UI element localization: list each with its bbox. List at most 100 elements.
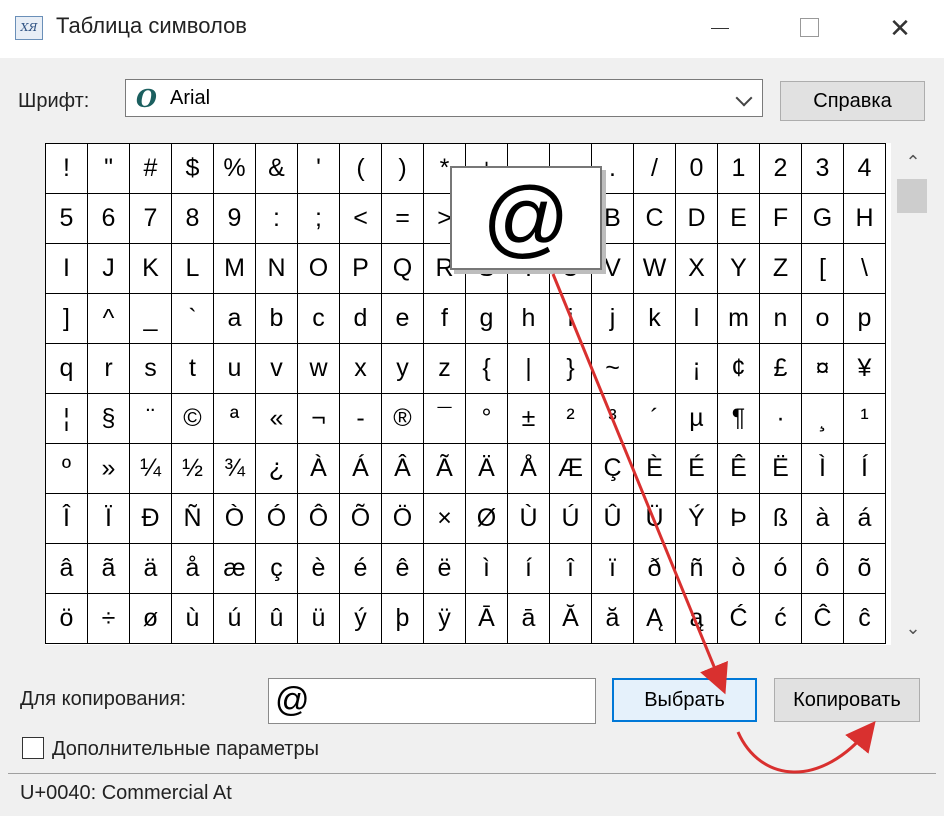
char-cell[interactable]: p — [844, 294, 886, 344]
char-cell[interactable]: O — [298, 244, 340, 294]
char-cell[interactable]: ) — [382, 144, 424, 194]
char-cell[interactable]: Î — [46, 494, 88, 544]
char-cell[interactable]: < — [340, 194, 382, 244]
char-cell[interactable]: ý — [340, 594, 382, 644]
char-cell[interactable]: ì — [466, 544, 508, 594]
char-cell[interactable]: k — [634, 294, 676, 344]
char-cell[interactable]: _ — [130, 294, 172, 344]
font-dropdown[interactable]: O Arial — [125, 79, 763, 117]
char-cell[interactable]: c — [298, 294, 340, 344]
char-cell[interactable]: Ô — [298, 494, 340, 544]
char-cell[interactable]: þ — [382, 594, 424, 644]
char-cell[interactable]: 7 — [130, 194, 172, 244]
char-cell[interactable]: Ü — [634, 494, 676, 544]
char-cell[interactable]: [ — [802, 244, 844, 294]
char-cell[interactable]: # — [130, 144, 172, 194]
char-cell[interactable]: £ — [760, 344, 802, 394]
char-cell[interactable]: Ą — [634, 594, 676, 644]
char-cell[interactable]: v — [256, 344, 298, 394]
char-cell[interactable]: ~ — [592, 344, 634, 394]
scroll-up-icon[interactable]: ⌃ — [895, 147, 931, 177]
char-cell[interactable]: a — [214, 294, 256, 344]
char-cell[interactable]: È — [634, 444, 676, 494]
char-cell[interactable]: ¼ — [130, 444, 172, 494]
char-cell[interactable]: © — [172, 394, 214, 444]
char-cell[interactable]: ÿ — [424, 594, 466, 644]
char-cell[interactable]: õ — [844, 544, 886, 594]
char-cell[interactable]: Ð — [130, 494, 172, 544]
char-cell[interactable]: $ — [172, 144, 214, 194]
char-cell[interactable]: æ — [214, 544, 256, 594]
char-cell[interactable]: Ç — [592, 444, 634, 494]
advanced-options-checkbox[interactable] — [22, 737, 44, 759]
char-cell[interactable]: ' — [298, 144, 340, 194]
char-cell[interactable]: Ø — [466, 494, 508, 544]
maximize-button[interactable] — [780, 10, 840, 46]
char-cell[interactable]: P — [340, 244, 382, 294]
char-cell[interactable]: ³ — [592, 394, 634, 444]
char-cell[interactable]: Ê — [718, 444, 760, 494]
char-cell[interactable]: f — [424, 294, 466, 344]
char-cell[interactable]: É — [676, 444, 718, 494]
char-cell[interactable]: × — [424, 494, 466, 544]
char-cell[interactable]: / — [634, 144, 676, 194]
char-cell[interactable]: w — [298, 344, 340, 394]
char-cell[interactable]: n — [760, 294, 802, 344]
char-cell[interactable]: à — [802, 494, 844, 544]
char-cell[interactable]: 1 — [718, 144, 760, 194]
char-cell[interactable]: Û — [592, 494, 634, 544]
char-cell[interactable]: ö — [46, 594, 88, 644]
char-cell[interactable]: Ñ — [172, 494, 214, 544]
char-cell[interactable]: ă — [592, 594, 634, 644]
char-cell[interactable]: 9 — [214, 194, 256, 244]
char-cell[interactable]: ÷ — [88, 594, 130, 644]
char-cell[interactable]: ¨ — [130, 394, 172, 444]
char-cell[interactable]: ¥ — [844, 344, 886, 394]
char-cell[interactable]: ¹ — [844, 394, 886, 444]
char-cell[interactable]: Ć — [718, 594, 760, 644]
char-cell[interactable]: h — [508, 294, 550, 344]
char-cell[interactable]: Ā — [466, 594, 508, 644]
char-cell[interactable]: è — [298, 544, 340, 594]
char-cell[interactable]: | — [508, 344, 550, 394]
char-cell[interactable]: 2 — [760, 144, 802, 194]
char-cell[interactable]: å — [172, 544, 214, 594]
char-cell[interactable]: º — [46, 444, 88, 494]
char-cell[interactable]: ê — [382, 544, 424, 594]
char-cell[interactable]: s — [130, 344, 172, 394]
char-cell[interactable]: Ă — [550, 594, 592, 644]
char-cell[interactable]: Ó — [256, 494, 298, 544]
char-cell[interactable]: Í — [844, 444, 886, 494]
char-cell[interactable]: Q — [382, 244, 424, 294]
char-cell[interactable]: E — [718, 194, 760, 244]
char-cell[interactable]: 6 — [88, 194, 130, 244]
char-cell[interactable]: ± — [508, 394, 550, 444]
char-cell[interactable]: ª — [214, 394, 256, 444]
char-cell[interactable]: á — [844, 494, 886, 544]
char-cell[interactable]: ( — [340, 144, 382, 194]
char-cell[interactable]: ¢ — [718, 344, 760, 394]
char-cell[interactable]: ó — [760, 544, 802, 594]
char-cell[interactable]: ´ — [634, 394, 676, 444]
char-cell[interactable]: ® — [382, 394, 424, 444]
char-cell[interactable]: z — [424, 344, 466, 394]
char-cell[interactable]: 5 — [46, 194, 88, 244]
char-cell[interactable]: Á — [340, 444, 382, 494]
char-cell[interactable]: ² — [550, 394, 592, 444]
copy-field[interactable]: @ — [268, 678, 596, 724]
scrollbar-thumb[interactable] — [897, 179, 927, 213]
char-cell[interactable]: X — [676, 244, 718, 294]
char-cell[interactable]: : — [256, 194, 298, 244]
char-cell[interactable]: Â — [382, 444, 424, 494]
char-cell[interactable]: - — [340, 394, 382, 444]
char-cell[interactable]: Ò — [214, 494, 256, 544]
char-cell[interactable]: ] — [46, 294, 88, 344]
char-cell[interactable]: u — [214, 344, 256, 394]
char-cell[interactable]: Æ — [550, 444, 592, 494]
char-cell[interactable]: ć — [760, 594, 802, 644]
char-cell[interactable]: 8 — [172, 194, 214, 244]
select-button[interactable]: Выбрать — [612, 678, 757, 722]
char-cell[interactable]: t — [172, 344, 214, 394]
char-cell[interactable]: · — [760, 394, 802, 444]
char-cell[interactable]: ° — [466, 394, 508, 444]
